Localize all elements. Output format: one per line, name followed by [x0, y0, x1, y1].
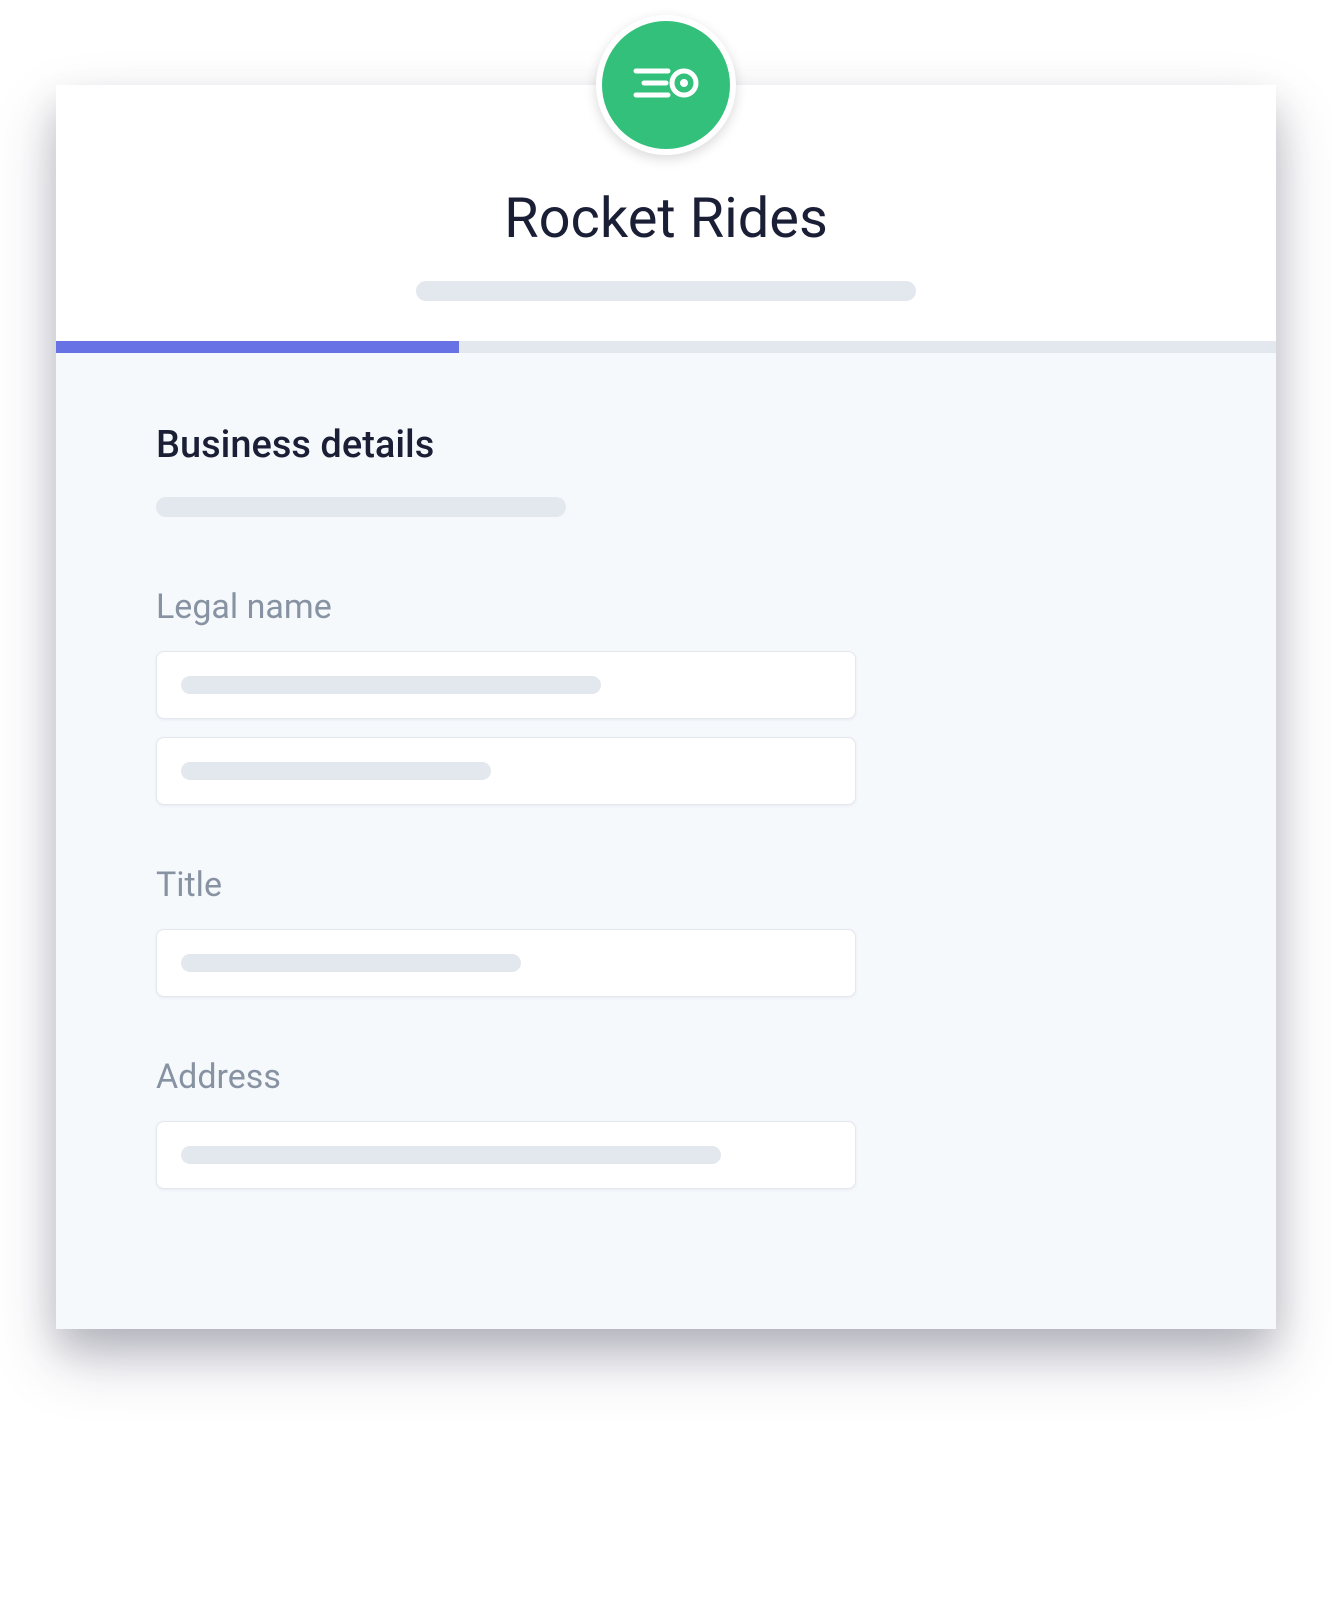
input-placeholder-skeleton	[181, 1146, 721, 1164]
app-title: Rocket Rides	[116, 185, 1216, 251]
input-placeholder-skeleton	[181, 762, 491, 780]
rocket-motion-icon	[626, 53, 706, 117]
legal-name-input-2[interactable]	[156, 737, 856, 805]
title-input[interactable]	[156, 929, 856, 997]
legal-name-input-1[interactable]	[156, 651, 856, 719]
form-body: Business details Legal name Title Addres…	[56, 353, 1276, 1329]
progress-bar	[56, 341, 1276, 353]
section-subtitle-placeholder	[156, 497, 566, 517]
onboarding-card: Rocket Rides Business details Legal name…	[56, 85, 1276, 1329]
address-input[interactable]	[156, 1121, 856, 1189]
field-group-address: Address	[156, 1057, 1176, 1189]
brand-logo-badge	[596, 15, 736, 155]
subtitle-placeholder	[416, 281, 916, 301]
field-group-title: Title	[156, 865, 1176, 997]
field-group-legal-name: Legal name	[156, 587, 1176, 805]
input-placeholder-skeleton	[181, 954, 521, 972]
input-placeholder-skeleton	[181, 676, 601, 694]
legal-name-label: Legal name	[156, 587, 1176, 627]
title-label: Title	[156, 865, 1176, 905]
address-label: Address	[156, 1057, 1176, 1097]
progress-fill	[56, 341, 459, 353]
section-title: Business details	[156, 423, 1176, 467]
